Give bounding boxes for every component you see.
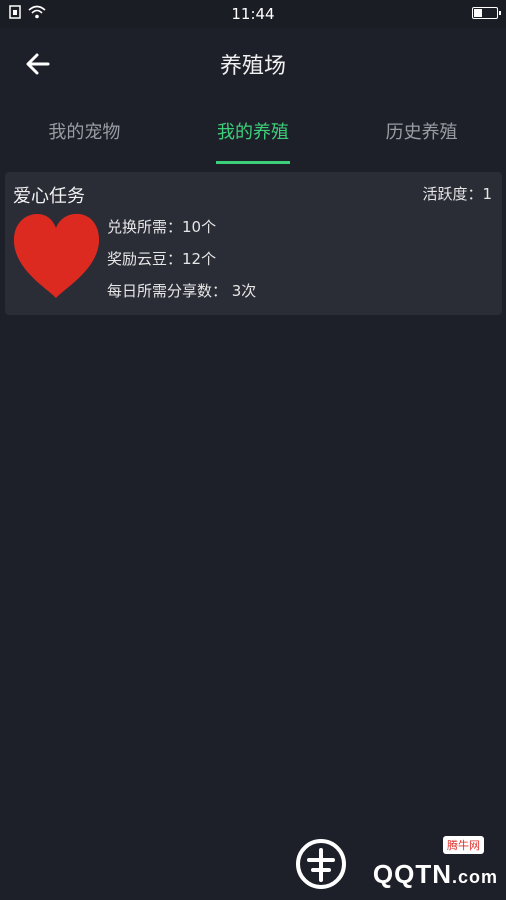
task-card[interactable]: 爱心任务 活跃度：1 兑换所需：10个 奖励云豆：12个 每日所需分享数： 3次 — [5, 172, 502, 315]
tab-label: 我的宠物 — [48, 122, 121, 143]
tab-label: 历史养殖 — [385, 122, 458, 143]
tab-bar: 我的宠物 我的养殖 历史养殖 — [0, 100, 506, 166]
tab-label: 我的养殖 — [217, 122, 289, 143]
reward-beans: 奖励云豆：12个 — [107, 250, 217, 268]
tab-history-breeding[interactable]: 历史养殖 — [337, 100, 506, 166]
exchange-requirement: 兑换所需：10个 — [107, 218, 217, 236]
status-bar: 11:44 — [0, 0, 506, 28]
watermark-badge: 腾牛网 — [443, 836, 484, 854]
heart-icon — [13, 213, 100, 298]
tab-my-breeding[interactable]: 我的养殖 — [169, 100, 338, 166]
watermark-text: QQTN.com — [373, 859, 498, 890]
status-time: 11:44 — [231, 5, 275, 23]
activity-level: 活跃度：1 — [422, 185, 492, 203]
daily-shares: 每日所需分享数： 3次 — [107, 282, 257, 300]
watermark-brand: QQTN — [372, 859, 452, 889]
app-bar: 养殖场 — [0, 28, 506, 100]
card-title: 爱心任务 — [13, 186, 85, 207]
battery-icon — [472, 7, 501, 19]
watermark: 腾牛网 QQTN.com — [293, 832, 498, 894]
watermark-suffix: .com — [451, 867, 498, 887]
bull-logo-icon — [296, 839, 346, 889]
tab-indicator — [216, 161, 290, 164]
tab-my-pets[interactable]: 我的宠物 — [0, 100, 169, 166]
page-title: 养殖场 — [219, 54, 286, 79]
